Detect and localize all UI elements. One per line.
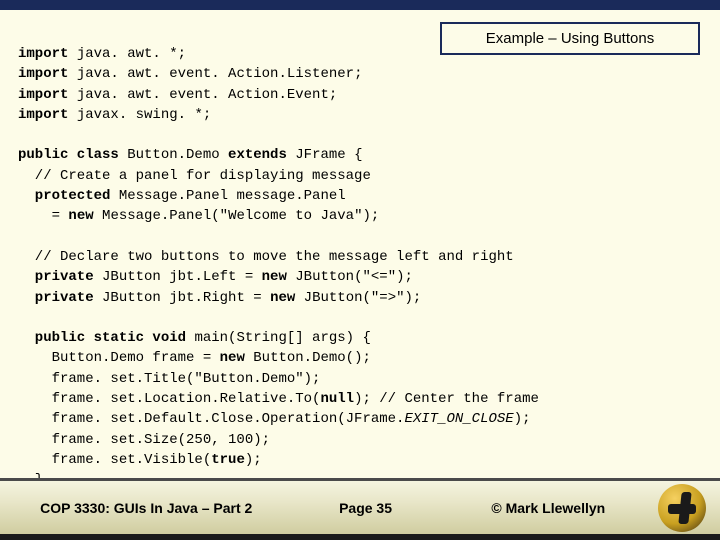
- code-text: java. awt. event. Action.Listener;: [68, 66, 362, 82]
- code-text: JButton jbt.Left =: [94, 269, 262, 285]
- code-text: frame. set.Title("Button.Demo");: [18, 371, 320, 387]
- code-text: JFrame {: [287, 147, 363, 163]
- code-text: );: [514, 411, 531, 427]
- kw-new: new: [270, 290, 295, 306]
- kw-protected: protected: [18, 188, 110, 204]
- code-text: JButton("<=");: [287, 269, 413, 285]
- code-text: =: [18, 208, 68, 224]
- code-text: Button.Demo();: [245, 350, 371, 366]
- kw-import: import: [18, 46, 68, 62]
- code-text: Message.Panel("Welcome to Java");: [94, 208, 380, 224]
- code-text: frame. set.Visible(: [18, 452, 211, 468]
- code-text: frame. set.Location.Relative.To(: [18, 391, 320, 407]
- code-block: import java. awt. *; import java. awt. e…: [18, 44, 702, 491]
- code-text: Message.Panel message.Panel: [110, 188, 345, 204]
- kw-private: private: [18, 269, 94, 285]
- kw-import: import: [18, 107, 68, 123]
- kw-null: null: [320, 391, 354, 407]
- code-text: java. awt. event. Action.Event;: [68, 87, 337, 103]
- code-text: frame. set.Size(250, 100);: [18, 432, 270, 448]
- ucf-logo-icon: [658, 484, 706, 532]
- code-comment: // Declare two buttons to move the messa…: [18, 249, 514, 265]
- code-comment: // Create a panel for displaying message: [18, 168, 371, 184]
- kw-new: new: [262, 269, 287, 285]
- kw-new: new: [220, 350, 245, 366]
- code-text: JButton jbt.Right =: [94, 290, 270, 306]
- kw-private: private: [18, 290, 94, 306]
- code-text: main(String[] args) {: [194, 330, 370, 346]
- kw-import: import: [18, 87, 68, 103]
- kw-import: import: [18, 66, 68, 82]
- code-text: java. awt. *;: [68, 46, 186, 62]
- footer-author: © Mark Llewellyn: [439, 500, 658, 516]
- code-text: Button.Demo: [127, 147, 228, 163]
- kw-new: new: [68, 208, 93, 224]
- slide-footer: COP 3330: GUIs In Java – Part 2 Page 35 …: [0, 478, 720, 540]
- footer-page: Page 35: [292, 500, 438, 516]
- slide: Example – Using Buttons import java. awt…: [0, 0, 720, 540]
- code-text: javax. swing. *;: [68, 107, 211, 123]
- code-text: ); // Center the frame: [354, 391, 539, 407]
- kw-true: true: [211, 452, 245, 468]
- kw-extends: extends: [228, 147, 287, 163]
- code-text: );: [245, 452, 262, 468]
- footer-course: COP 3330: GUIs In Java – Part 2: [0, 500, 292, 516]
- kw-public-static-void: public static void: [18, 330, 194, 346]
- code-text: frame. set.Default.Close.Operation(JFram…: [18, 411, 404, 427]
- const-exit: EXIT_ON_CLOSE: [404, 411, 513, 427]
- code-text: JButton("=>");: [295, 290, 421, 306]
- code-text: Button.Demo frame =: [18, 350, 220, 366]
- kw-public-class: public class: [18, 147, 127, 163]
